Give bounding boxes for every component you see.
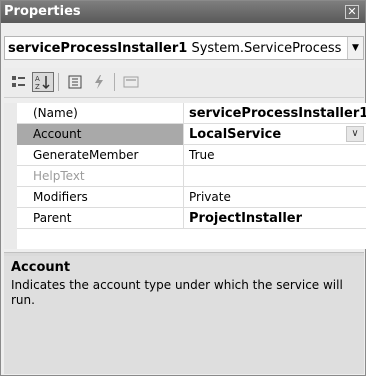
object-selector[interactable]: serviceProcessInstaller1 System.ServiceP… [4,36,364,60]
description-panel: Account Indicates the account type under… [4,256,364,374]
description-title: Account [11,260,71,275]
property-pages-icon[interactable] [120,72,142,92]
property-value[interactable]: serviceProcessInstaller1 [185,103,366,124]
selected-object-type: System.ServiceProcess [191,41,342,56]
grid-margin [4,103,17,249]
property-name: GenerateMember [17,145,184,166]
svg-text:Z: Z [35,83,40,90]
window-title: Properties [4,4,81,19]
property-name: Parent [17,208,184,229]
property-row-parent[interactable]: Parent ProjectInstaller [17,208,366,229]
categorized-icon[interactable] [8,72,30,92]
property-name: HelpText [17,166,184,187]
property-value[interactable]: True [185,145,366,166]
property-value[interactable]: LocalService [185,124,366,145]
property-grid: (Name) serviceProcessInstaller1 Account … [17,103,366,249]
property-value[interactable]: Private [185,187,366,208]
property-row-name[interactable]: (Name) serviceProcessInstaller1 [17,103,366,124]
svg-text:A: A [35,75,40,83]
chevron-down-icon[interactable]: ▼ [347,37,363,59]
toolbar: A Z [4,68,364,98]
property-value [185,166,366,187]
description-text: Indicates the account type under which t… [11,278,343,307]
property-name: (Name) [17,103,184,124]
close-icon[interactable]: ✕ [345,5,359,19]
property-row-generatemember[interactable]: GenerateMember True [17,145,366,166]
alphabetical-icon[interactable]: A Z [32,72,54,92]
selected-object-name: serviceProcessInstaller1 [8,41,188,56]
events-icon[interactable] [88,72,110,92]
property-name: Modifiers [17,187,184,208]
property-row-modifiers[interactable]: Modifiers Private [17,187,366,208]
property-row-account[interactable]: Account LocalService ∨ [17,124,366,145]
chevron-down-icon[interactable]: ∨ [346,126,364,142]
property-name: Account [17,124,184,145]
property-row-helptext[interactable]: HelpText [17,166,366,187]
properties-icon[interactable] [64,72,86,92]
properties-window: Properties ✕ serviceProcessInstaller1 Sy… [0,0,366,376]
title-bar: Properties ✕ [1,1,365,23]
property-value[interactable]: ProjectInstaller [185,208,366,229]
